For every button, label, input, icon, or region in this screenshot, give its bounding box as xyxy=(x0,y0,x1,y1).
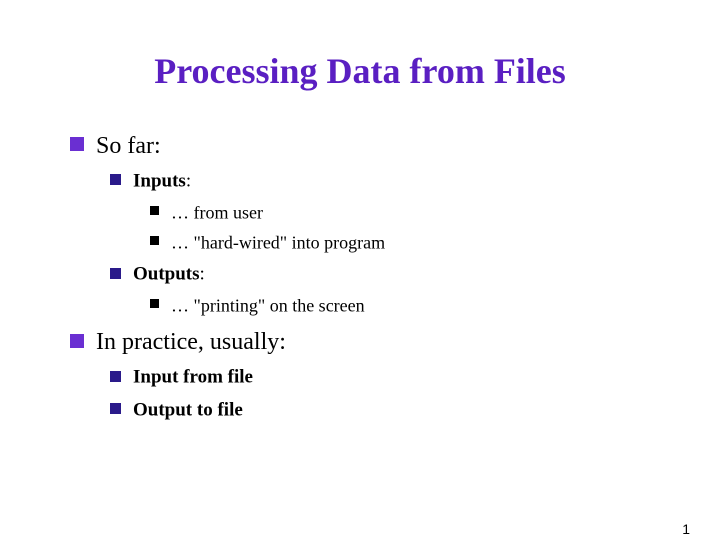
square-bullet-icon xyxy=(150,236,159,245)
slide: Processing Data from Files So far: Input… xyxy=(0,0,720,557)
square-bullet-icon xyxy=(70,334,84,348)
square-bullet-icon xyxy=(110,371,121,382)
square-bullet-icon xyxy=(110,268,121,279)
bullet-input-from-file: Input from file xyxy=(110,366,660,389)
slide-title: Processing Data from Files xyxy=(60,50,660,92)
bullet-printing: … "printing" on the screen xyxy=(150,294,660,316)
bullet-from-user: … from user xyxy=(150,201,660,223)
bullet-in-practice: In practice, usually: xyxy=(70,328,660,356)
bullet-hardwired: … "hard-wired" into program xyxy=(150,231,660,253)
page-number: 1 xyxy=(682,521,690,537)
square-bullet-icon xyxy=(110,403,121,414)
bullet-outputs: Outputs: xyxy=(110,263,660,286)
square-bullet-icon xyxy=(70,137,84,151)
bullet-output-to-file: Output to file xyxy=(110,399,660,422)
bullet-inputs: Inputs: xyxy=(110,170,660,193)
square-bullet-icon xyxy=(110,174,121,185)
square-bullet-icon xyxy=(150,206,159,215)
bullet-so-far: So far: xyxy=(70,132,660,160)
square-bullet-icon xyxy=(150,299,159,308)
